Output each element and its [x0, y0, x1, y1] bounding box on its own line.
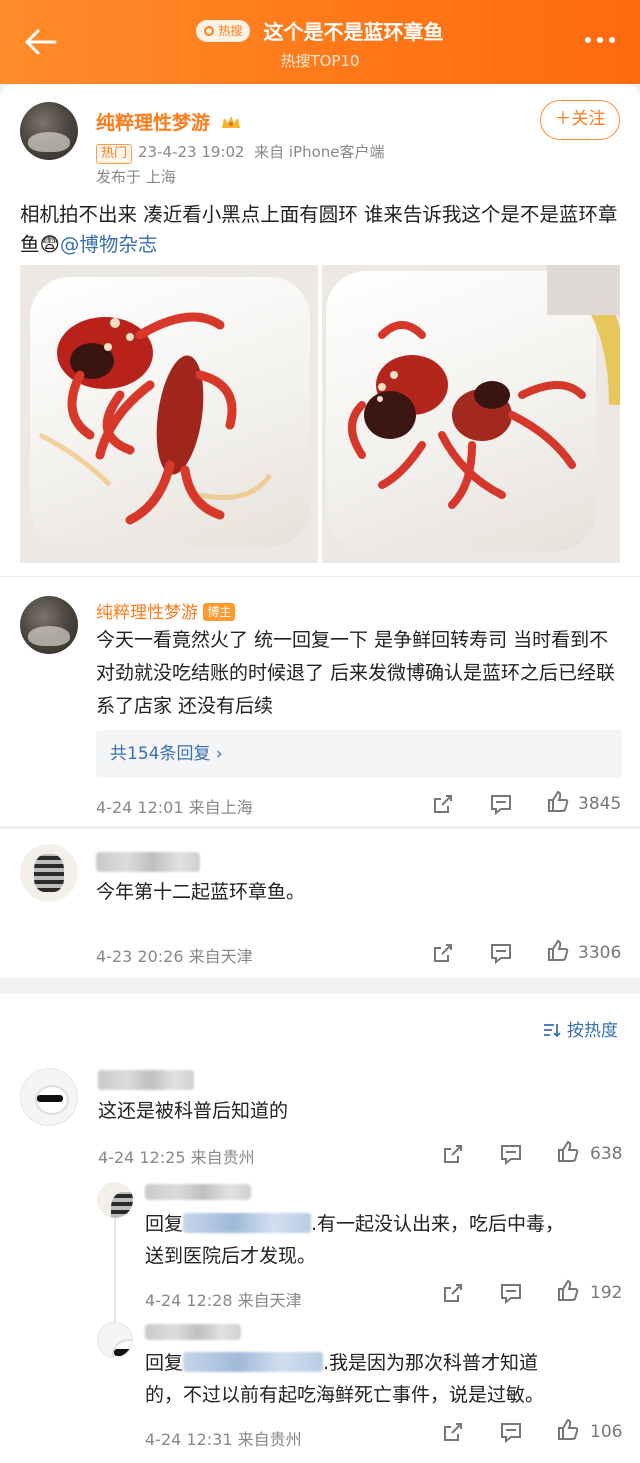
blurred-username — [145, 1324, 241, 1340]
hot-badge-label: 热搜 — [218, 23, 243, 38]
comment-time: 4-24 12:25 来自贵州 — [98, 1148, 255, 1167]
reply-text: 回复 .我是因为那次科普才知道 的，不过以前有起吃海鲜死亡事件，说是过敏。 — [145, 1347, 625, 1411]
post-meta: 热门 23-4-23 19:02 来自 iPhone客户端 — [96, 141, 385, 164]
share-icon[interactable] — [432, 793, 454, 815]
reply-text-line2: 送到医院后才发现。 — [145, 1245, 317, 1267]
blurred-username — [96, 852, 200, 872]
comment-time: 4-23 20:26 来自天津 — [96, 947, 253, 966]
sort-toggle[interactable]: 按热度 — [542, 1016, 618, 1041]
blurred-username — [98, 1070, 194, 1090]
like-count: 638 — [590, 1144, 623, 1164]
reply-time: 4-24 12:28 来自天津 — [145, 1291, 302, 1310]
vip-crown-icon — [221, 116, 240, 128]
like-icon[interactable] — [546, 939, 570, 963]
view-replies-link[interactable]: 共154条回复 › — [96, 730, 622, 778]
share-icon[interactable] — [432, 942, 454, 964]
like-icon[interactable] — [546, 790, 570, 814]
post-source: 来自 iPhone客户端 — [254, 143, 385, 161]
share-icon[interactable] — [442, 1143, 464, 1165]
like-count: 192 — [590, 1283, 623, 1303]
reply-prefix: 回复 — [145, 1352, 184, 1374]
search-icon — [204, 25, 215, 36]
blurred-username — [145, 1184, 251, 1200]
reply-actions: 4-24 12:28 来自天津 — [145, 1285, 625, 1311]
like-icon[interactable] — [556, 1279, 580, 1303]
hot-tag: 热门 — [96, 144, 133, 164]
blogger-badge: 博主 — [203, 603, 236, 621]
comment-time: 4-24 12:01 来自上海 — [96, 798, 253, 817]
post-image-2[interactable] — [322, 265, 620, 563]
post-image-1[interactable] — [20, 265, 318, 563]
sort-label: 按热度 — [567, 1021, 618, 1041]
commenter-avatar[interactable] — [20, 844, 78, 902]
hot-search-badge: 热搜 — [196, 19, 251, 42]
commenter-name-text: 纯粹理性梦游 — [96, 603, 198, 623]
comment-text: 今年第十二起蓝环章鱼。 — [96, 881, 306, 903]
comment-icon[interactable] — [500, 1421, 522, 1443]
like-count: 106 — [590, 1422, 623, 1442]
reply-text: 回复 .有一起没认出来，吃后中毒， 送到医院后才发现。 — [145, 1208, 625, 1272]
reply-text-line2: 的，不过以前有起吃海鲜死亡事件，说是过敏。 — [145, 1384, 545, 1406]
thread-line — [114, 1218, 116, 1328]
octopus-illustration — [348, 265, 620, 509]
reply-prefix: 回复 — [145, 1213, 184, 1235]
post-body: 相机拍不出来 凑近看小黑点上面有圆环 谁来告诉我这个是不是蓝环章鱼😨@博物杂志 — [20, 200, 620, 260]
reply-actions: 4-24 12:31 来自贵州 — [145, 1424, 625, 1450]
like-count: 3845 — [578, 794, 622, 814]
share-icon[interactable] — [442, 1282, 464, 1304]
page-title: 这个是不是蓝环章鱼 — [263, 20, 444, 44]
like-icon[interactable] — [556, 1140, 580, 1164]
post-date: 23-4-23 19:02 — [138, 143, 245, 161]
author-avatar[interactable] — [20, 102, 78, 160]
comment-icon[interactable] — [500, 1143, 522, 1165]
reply-text-line1: .我是因为那次科普才知道 — [323, 1352, 539, 1374]
page-subtitle: 热搜TOP10 — [280, 52, 360, 70]
sort-icon — [543, 1024, 561, 1038]
like-icon[interactable] — [556, 1418, 580, 1442]
follow-button[interactable]: ＋关注 — [540, 100, 620, 140]
top-bar: 热搜 这个是不是蓝环章鱼 热搜TOP10 — [0, 0, 640, 84]
reply-time: 4-24 12:31 来自贵州 — [145, 1430, 302, 1449]
replier-avatar[interactable] — [97, 1322, 133, 1358]
more-icon[interactable] — [582, 30, 618, 50]
header-title-row: 热搜 这个是不是蓝环章鱼 — [0, 16, 640, 46]
reply-text-line1: .有一起没认出来，吃后中毒， — [311, 1213, 565, 1235]
replier-avatar[interactable] — [97, 1182, 133, 1218]
comment-text: 这还是被科普后知道的 — [98, 1100, 289, 1122]
octopus-illustration — [38, 312, 273, 525]
commenter-avatar[interactable] — [20, 596, 78, 654]
comment-text: 今天一看竟然火了 统一回复一下 是争鲜回转寿司 当时看到不对劲就没吃结账的时候退… — [96, 629, 616, 717]
section-divider — [0, 978, 640, 994]
comment-icon[interactable] — [490, 793, 512, 815]
blurred-mention — [183, 1352, 324, 1372]
comment-icon[interactable] — [490, 942, 512, 964]
post-location: 发布于 上海 — [96, 168, 176, 186]
blurred-mention — [183, 1213, 312, 1233]
commenter-avatar[interactable] — [20, 1068, 78, 1126]
share-icon[interactable] — [442, 1421, 464, 1443]
author-name-text: 纯粹理性梦游 — [96, 112, 211, 134]
like-count: 3306 — [578, 943, 622, 963]
author-name[interactable]: 纯粹理性梦游 — [96, 108, 241, 135]
mention-link[interactable]: @博物杂志 — [60, 233, 158, 256]
commenter-name[interactable]: 纯粹理性梦游 博主 — [96, 598, 236, 623]
comment-icon[interactable] — [500, 1282, 522, 1304]
comment-actions: 4-24 12:25 来自贵州 — [98, 1142, 628, 1168]
